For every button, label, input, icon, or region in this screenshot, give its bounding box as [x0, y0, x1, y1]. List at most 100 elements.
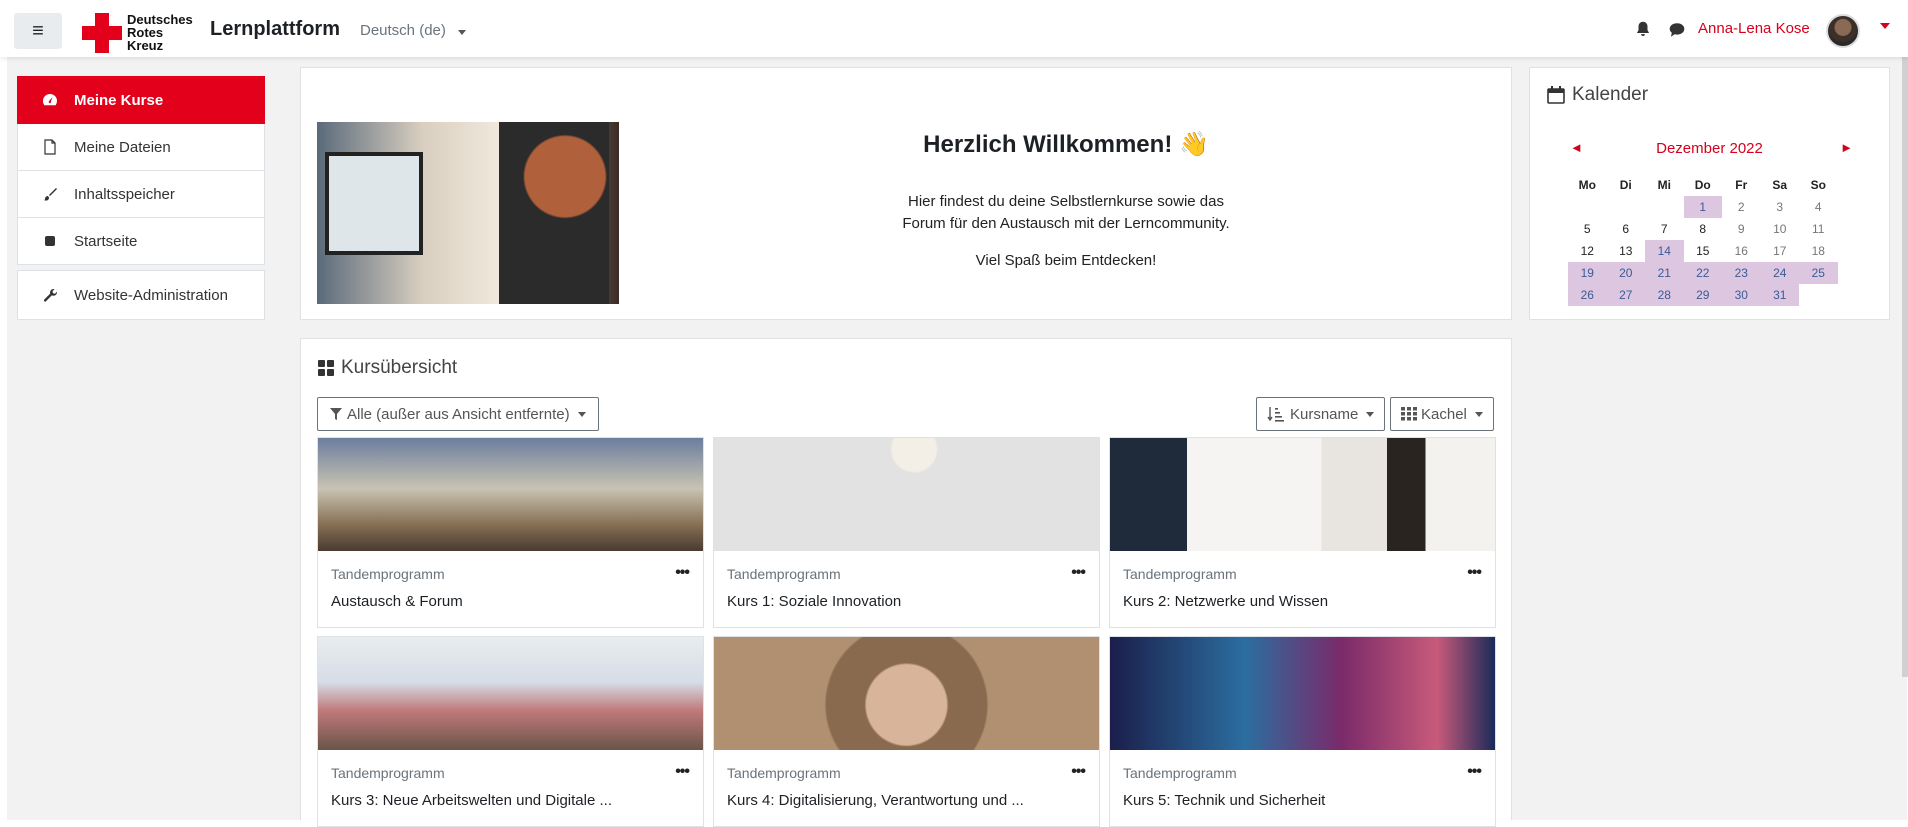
calendar-day-of-week: Mi — [1657, 178, 1671, 192]
more-options-icon[interactable]: ••• — [1467, 763, 1482, 781]
chevron-down-icon — [1474, 411, 1483, 417]
chevron-down-icon — [1366, 411, 1375, 417]
calendar-icon — [1547, 86, 1565, 104]
calendar-day[interactable]: 2 — [1722, 196, 1761, 218]
calendar-day[interactable]: 16 — [1722, 240, 1761, 262]
filter-icon — [330, 408, 342, 420]
calendar-day[interactable]: 31 — [1760, 284, 1799, 306]
more-options-icon[interactable]: ••• — [675, 564, 690, 582]
calendar-day[interactable]: 5 — [1568, 218, 1607, 240]
avatar[interactable] — [1826, 14, 1860, 48]
calendar-day[interactable]: 30 — [1722, 284, 1761, 306]
nav-item-startseite[interactable]: Startseite — [17, 218, 265, 265]
calendar-day[interactable]: 3 — [1761, 196, 1800, 218]
course-image[interactable] — [318, 438, 703, 551]
chevron-down-icon — [577, 411, 586, 417]
more-options-icon[interactable]: ••• — [1467, 564, 1482, 582]
calendar-day[interactable]: 29 — [1683, 284, 1722, 306]
course-card[interactable]: Tandemprogramm ••• Kurs 3: Neue Arbeitsw… — [317, 636, 704, 827]
course-card[interactable]: Tandemprogramm ••• Austausch & Forum — [317, 437, 704, 628]
calendar-day[interactable]: 14 — [1645, 240, 1684, 262]
calendar-month[interactable]: Dezember 2022 — [1530, 140, 1889, 157]
calendar-day[interactable]: 6 — [1607, 218, 1646, 240]
course-name[interactable]: Kurs 1: Soziale Innovation — [727, 593, 901, 610]
calendar-day[interactable]: 4 — [1799, 196, 1838, 218]
calendar-day[interactable]: 9 — [1722, 218, 1761, 240]
site-brand[interactable]: Lernplattform — [210, 18, 340, 41]
course-card[interactable]: Tandemprogramm ••• Kurs 5: Technik und S… — [1109, 636, 1496, 827]
calendar-day-of-week: Do — [1694, 178, 1711, 192]
calendar-day[interactable]: 10 — [1761, 218, 1800, 240]
user-name[interactable]: Anna-Lena Kose — [1698, 20, 1810, 37]
calendar-day[interactable]: 21 — [1645, 262, 1684, 284]
calendar-day[interactable]: 12 — [1568, 240, 1607, 262]
dashboard-icon — [40, 93, 60, 107]
course-name[interactable]: Kurs 4: Digitalisierung, Verantwortung u… — [727, 792, 1024, 809]
welcome-block: Herzlich Willkommen! 👋 Hier findest du d… — [300, 67, 1512, 320]
more-options-icon[interactable]: ••• — [1071, 763, 1086, 781]
bell-icon[interactable] — [1634, 20, 1652, 38]
course-name[interactable]: Kurs 5: Technik und Sicherheit — [1123, 792, 1325, 809]
calendar-day[interactable]: 22 — [1683, 262, 1722, 284]
sort-icon — [1267, 407, 1284, 422]
calendar-day-of-week: Sa — [1772, 178, 1788, 192]
brush-icon — [40, 187, 60, 201]
calendar-day[interactable]: 17 — [1761, 240, 1800, 262]
course-category: Tandemprogramm — [331, 566, 445, 582]
nav-item-inhaltsspeicher[interactable]: Inhaltsspeicher — [17, 171, 265, 218]
language-selector[interactable]: Deutsch (de) — [360, 22, 467, 39]
more-options-icon[interactable]: ••• — [1071, 564, 1086, 582]
calendar-day-of-week: Di — [1619, 178, 1632, 192]
course-category: Tandemprogramm — [727, 566, 841, 582]
hamburger-menu-button[interactable]: ≡ — [14, 13, 62, 49]
course-image[interactable] — [318, 637, 703, 750]
calendar-day[interactable]: 13 — [1607, 240, 1646, 262]
calendar-day[interactable]: 8 — [1684, 218, 1723, 240]
course-name[interactable]: Kurs 2: Netzwerke und Wissen — [1123, 593, 1328, 610]
welcome-title: Herzlich Willkommen! 👋 — [923, 131, 1209, 158]
calendar-day[interactable]: 20 — [1606, 262, 1645, 284]
course-image[interactable] — [1110, 637, 1495, 750]
course-sort-dropdown[interactable]: Kursname — [1256, 397, 1386, 431]
nav-item-meine-dateien[interactable]: Meine Dateien — [17, 124, 265, 171]
calendar-day[interactable]: 27 — [1606, 284, 1645, 306]
course-filter-dropdown[interactable]: Alle (außer aus Ansicht entfernte) — [317, 397, 599, 431]
course-cards: Tandemprogramm ••• Austausch & Forum Tan… — [317, 437, 1497, 827]
course-card[interactable]: Tandemprogramm ••• Kurs 1: Soziale Innov… — [713, 437, 1100, 628]
calendar-day[interactable]: 19 — [1568, 262, 1607, 284]
calendar-day[interactable]: 23 — [1722, 262, 1761, 284]
filter-label: Alle (außer aus Ansicht entfernte) — [347, 405, 570, 423]
course-image[interactable] — [1110, 438, 1495, 551]
chat-icon[interactable] — [1668, 21, 1686, 39]
calendar-day[interactable]: 18 — [1799, 240, 1838, 262]
calendar-day[interactable]: 28 — [1645, 284, 1684, 306]
calendar-day[interactable]: 15 — [1684, 240, 1723, 262]
calendar-day[interactable]: 11 — [1799, 218, 1838, 240]
calendar-title: Kalender — [1572, 84, 1649, 105]
page-left-edge — [0, 0, 7, 820]
course-card[interactable]: Tandemprogramm ••• Kurs 4: Digitalisieru… — [713, 636, 1100, 827]
more-options-icon[interactable]: ••• — [675, 763, 690, 781]
course-name[interactable]: Austausch & Forum — [331, 593, 463, 610]
user-menu-chevron-down-icon[interactable] — [1880, 23, 1890, 29]
page-scrollbar[interactable] — [1902, 57, 1908, 677]
nav-item-website-administration[interactable]: Website-Administration — [17, 270, 265, 320]
course-name[interactable]: Kurs 3: Neue Arbeitswelten und Digitale … — [331, 792, 612, 809]
red-cross-logo-icon[interactable] — [82, 13, 122, 53]
nav-item-label: Meine Dateien — [74, 138, 171, 156]
course-view-dropdown[interactable]: Kachel — [1390, 397, 1494, 431]
nav-item-meine-kurse[interactable]: Meine Kurse — [17, 76, 265, 124]
calendar-day[interactable]: 25 — [1799, 262, 1838, 284]
hamburger-icon: ≡ — [32, 19, 44, 42]
calendar-day[interactable]: 1 — [1683, 196, 1722, 218]
course-image[interactable] — [714, 438, 1099, 551]
calendar-empty-cell — [1645, 196, 1684, 218]
course-card[interactable]: Tandemprogramm ••• Kurs 2: Netzwerke und… — [1109, 437, 1496, 628]
logo-text[interactable]: Deutsches Rotes Kreuz — [127, 13, 193, 52]
calendar-day[interactable]: 7 — [1645, 218, 1684, 240]
course-image[interactable] — [714, 637, 1099, 750]
calendar-day[interactable]: 24 — [1760, 262, 1799, 284]
course-category: Tandemprogramm — [1123, 765, 1237, 781]
calendar-next-month-button[interactable]: ► — [1840, 140, 1853, 155]
calendar-day[interactable]: 26 — [1568, 284, 1607, 306]
